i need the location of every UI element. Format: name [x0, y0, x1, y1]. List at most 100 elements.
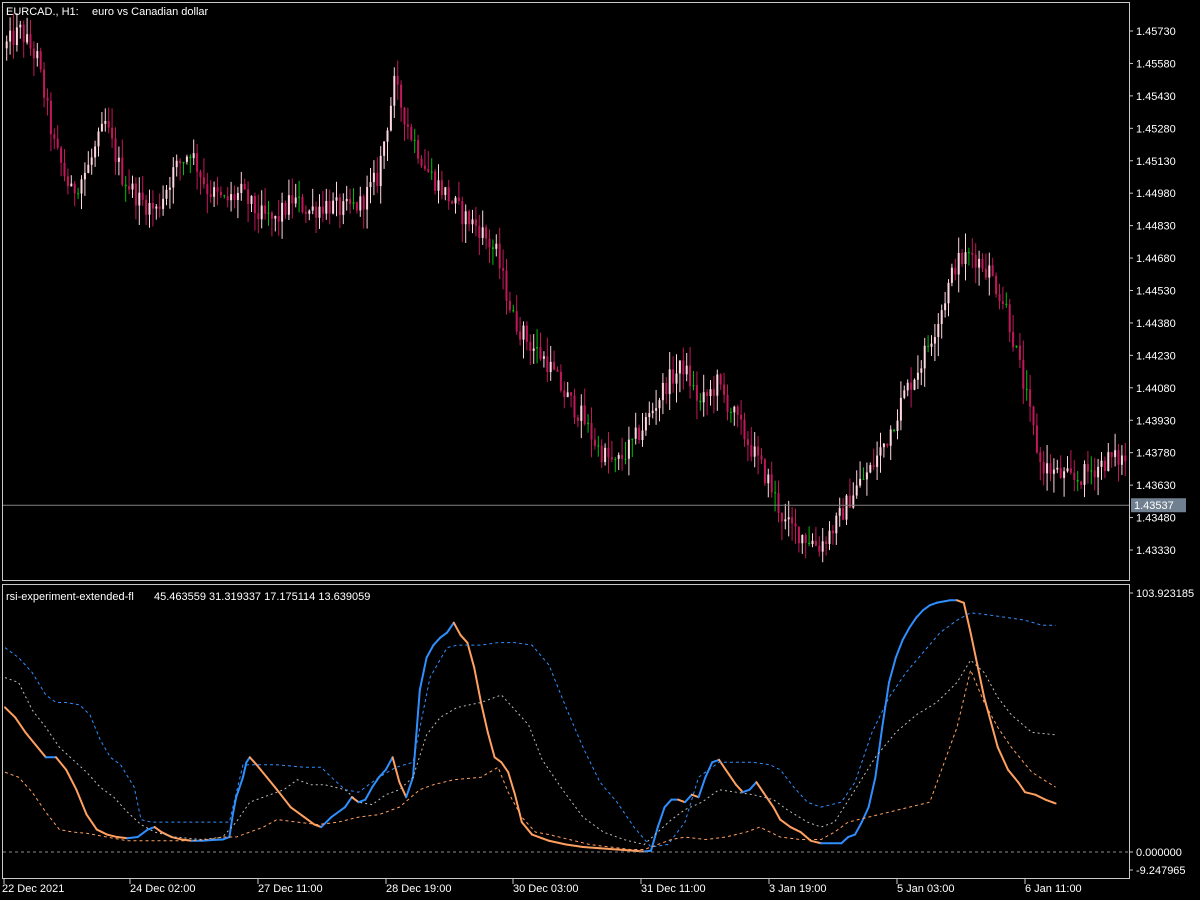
candle-body: [393, 75, 396, 106]
candle-body: [512, 310, 515, 312]
candle-body: [508, 300, 511, 311]
rsi-main-segment: [116, 836, 129, 840]
candle-body: [750, 444, 753, 457]
candle-body: [927, 345, 930, 347]
candle-body: [481, 227, 484, 238]
candle-body: [406, 124, 409, 127]
candle-body: [699, 400, 702, 403]
candle-body: [627, 439, 630, 459]
candle-body: [165, 189, 168, 199]
candle-body: [957, 252, 960, 275]
candle-body: [209, 194, 212, 197]
candle-body: [308, 210, 311, 214]
rsi-main-segment: [201, 839, 214, 842]
candle-body: [22, 24, 25, 43]
candle-body: [298, 196, 301, 198]
candle-body: [202, 177, 205, 185]
candle-body: [848, 495, 851, 508]
candle-body: [1008, 304, 1011, 333]
candle-body: [712, 389, 715, 396]
indicator-tick-label: -9.247965: [1136, 865, 1186, 877]
rsi-main-segment: [935, 600, 945, 604]
candle-body: [821, 541, 824, 552]
candle-body: [345, 198, 348, 202]
candle-body: [607, 447, 610, 458]
candle-body: [651, 410, 654, 414]
candle-body: [920, 368, 923, 373]
candle-body: [631, 438, 634, 440]
candle: [763, 458, 766, 486]
price-tick-label: 1.44680: [1136, 253, 1176, 265]
candle-body: [1059, 467, 1062, 478]
candle-body: [505, 270, 508, 301]
candle-body: [1066, 468, 1069, 472]
candle-body: [464, 211, 467, 225]
candle-body: [468, 211, 471, 225]
rsi-main-segment: [942, 599, 952, 603]
candle-body: [685, 365, 688, 375]
candle-body: [318, 206, 321, 218]
candle-body: [100, 123, 103, 132]
candle-body: [899, 397, 902, 421]
candle-body: [1080, 481, 1083, 485]
candle-body: [910, 382, 913, 390]
candle-body: [882, 443, 885, 448]
candle-body: [80, 179, 83, 194]
candle-body: [362, 196, 365, 210]
candle-body: [1029, 389, 1032, 407]
candle-body: [593, 439, 596, 446]
candle-body: [573, 395, 576, 418]
candle-body: [532, 348, 535, 351]
candle-body: [1076, 479, 1079, 482]
candle-body: [988, 265, 991, 278]
candle-body: [338, 197, 341, 215]
candle-body: [420, 158, 423, 166]
candle-body: [485, 227, 488, 239]
indicator-tick-label: 103.923185: [1136, 588, 1194, 600]
candle-body: [1124, 455, 1127, 462]
candle-body: [1110, 452, 1113, 457]
candle-body: [383, 141, 386, 156]
candle-body: [94, 146, 97, 158]
candle-body: [995, 275, 998, 295]
candle-body: [128, 186, 131, 190]
candle-body: [971, 252, 974, 255]
candle-body: [264, 205, 267, 214]
rsi-main-segment: [643, 849, 652, 853]
candle-body: [587, 422, 590, 425]
candle-body: [794, 523, 797, 527]
candle-body: [430, 171, 433, 173]
candle-body: [872, 465, 875, 467]
candle-body: [590, 422, 593, 440]
candle-body: [5, 41, 8, 49]
candle-body: [1107, 452, 1110, 472]
candle-body: [90, 157, 93, 165]
candle-body: [66, 176, 69, 187]
candle-body: [838, 508, 841, 516]
candle-body: [791, 517, 794, 524]
candle-body: [767, 474, 770, 484]
candle-body: [488, 238, 491, 248]
candle-body: [498, 243, 501, 269]
candle-body: [570, 392, 573, 396]
candle-body: [845, 495, 848, 520]
candle-body: [117, 157, 120, 162]
candle-body: [19, 24, 22, 28]
candle-body: [315, 206, 318, 218]
candle-body: [950, 267, 953, 283]
candle-body: [675, 373, 678, 384]
indicator-tick-label: 0.000000: [1136, 847, 1182, 859]
candle-body: [46, 97, 49, 101]
candle-body: [1100, 460, 1103, 467]
price-tick-label: 1.45280: [1136, 123, 1176, 135]
candle-body: [825, 541, 828, 545]
candle-body: [247, 189, 250, 204]
candle-body: [852, 495, 855, 508]
candle-body: [141, 192, 144, 200]
candle-body: [865, 472, 868, 480]
candle-body: [760, 455, 763, 460]
candle-body: [301, 196, 304, 213]
candle-body: [621, 455, 624, 459]
candle-body: [797, 526, 800, 544]
candle-body: [168, 187, 171, 190]
